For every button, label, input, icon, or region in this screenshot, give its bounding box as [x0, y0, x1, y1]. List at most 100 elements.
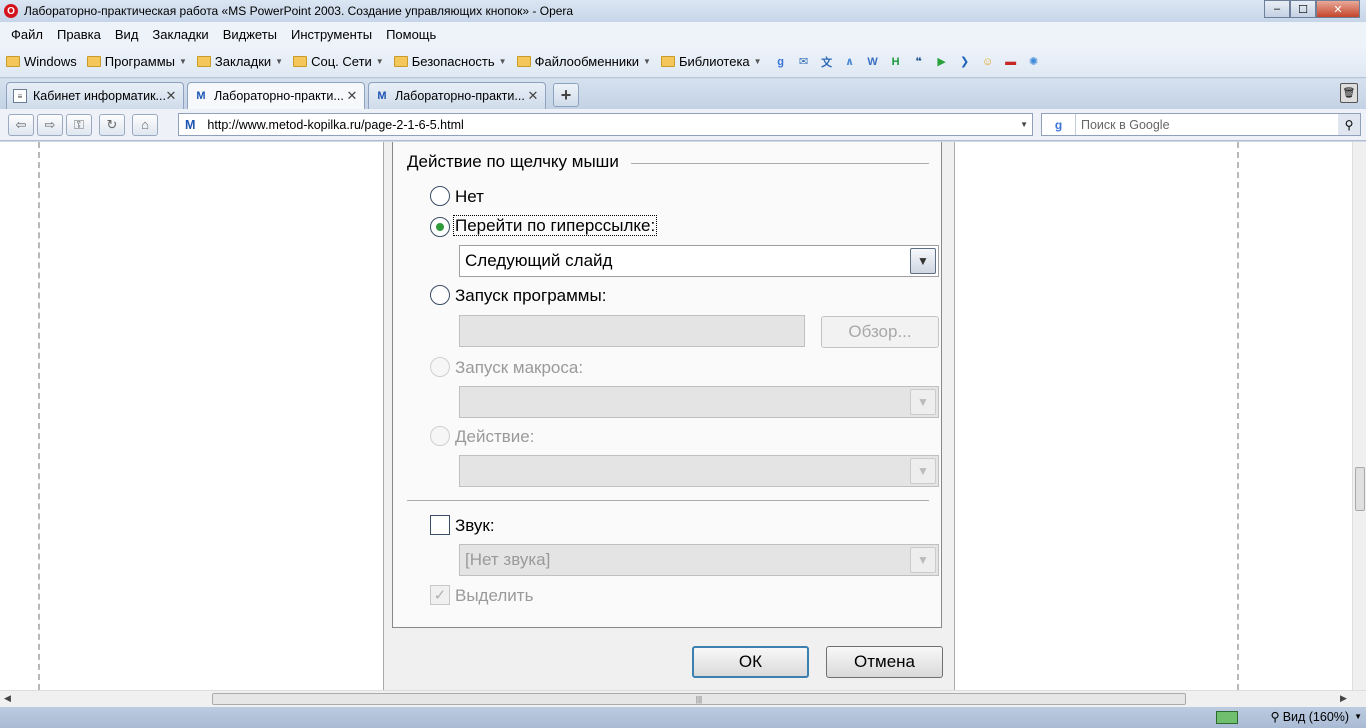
chevron-down-icon[interactable]: ▼ [910, 389, 936, 415]
folder-icon [6, 56, 20, 67]
bookmark-label: Соц. Сети [311, 54, 372, 69]
macro-select[interactable]: ▼ [459, 386, 939, 418]
highlight-label: Выделить [455, 586, 534, 605]
mail-icon[interactable]: ✉ [795, 53, 813, 71]
page-border-left [38, 142, 40, 690]
vertical-scrollbar[interactable] [1352, 142, 1366, 690]
chevron-down-icon: ▼ [178, 57, 187, 66]
minimize-button[interactable]: – [1264, 0, 1290, 18]
gear-flower-icon[interactable]: ✺ [1025, 53, 1043, 71]
browse-button[interactable]: Обзор... [821, 316, 939, 348]
bookmark-folder-filesharing[interactable]: Файлообменники ▼ [516, 54, 651, 69]
bookmark-folder-programs[interactable]: Программы ▼ [86, 54, 187, 69]
radio-action[interactable] [430, 426, 450, 446]
title-bar: O Лабораторно-практическая работа «MS Po… [0, 0, 1366, 22]
sound-select-value: [Нет звука] [465, 550, 551, 569]
arrow-right-icon[interactable]: ❯ [956, 53, 974, 71]
google-icon[interactable]: g [772, 53, 790, 71]
tab-close-icon[interactable]: ✕ [527, 88, 539, 104]
action-select[interactable]: ▼ [459, 455, 939, 487]
translate-icon[interactable]: 文 [818, 53, 836, 71]
maximize-button[interactable]: ☐ [1290, 0, 1316, 18]
tab-informatics[interactable]: ≡ Кабинет информатик... ✕ [6, 82, 184, 109]
radio-run-program-label: Запуск программы: [455, 286, 607, 305]
tab-close-icon[interactable]: ✕ [165, 88, 177, 104]
radio-none[interactable] [430, 186, 450, 206]
program-path-field[interactable] [459, 315, 805, 347]
chevron-down-icon[interactable]: ▼ [910, 248, 936, 274]
wiki-icon[interactable]: ∧ [841, 53, 859, 71]
ok-button[interactable]: ОК [692, 646, 809, 678]
radio-run-macro-label: Запуск макроса: [455, 358, 584, 377]
trash-icon[interactable]: 🗑 [1340, 83, 1358, 103]
reload-button[interactable]: ↻ [99, 113, 125, 136]
tab-bar: ≡ Кабинет информатик... ✕ M Лабораторно-… [0, 79, 1366, 109]
tab-close-icon[interactable]: ✕ [346, 88, 358, 104]
bookmark-folder-social[interactable]: Соц. Сети ▼ [293, 54, 384, 69]
home-button[interactable]: ⌂ [132, 113, 158, 136]
radio-run-macro[interactable] [430, 357, 450, 377]
group-title: Действие по щелчку мыши [407, 152, 619, 171]
word-icon[interactable]: W [864, 53, 882, 71]
forward-button[interactable]: ⇨ [37, 113, 63, 136]
folder-icon [393, 56, 408, 67]
address-bar: ⇦ ⇨ ⚿ ↻ ⌂ M http://www.metod-kopilka.ru/… [0, 109, 1366, 141]
radio-hyperlink-label: Перейти по гиперссылке: [453, 215, 658, 236]
menu-widgets[interactable]: Виджеты [223, 27, 277, 42]
radio-run-program[interactable] [430, 285, 450, 305]
scroll-right-icon[interactable]: ▶ [1340, 693, 1347, 704]
search-field[interactable]: g Поиск в Google ⚲ [1041, 113, 1361, 136]
chevron-down-icon[interactable]: ▼ [910, 458, 936, 484]
sound-checkbox[interactable] [430, 515, 450, 535]
url-field[interactable]: M http://www.metod-kopilka.ru/page-2-1-6… [178, 113, 1033, 136]
status-bar: ⚲ Вид (160%) ▼ [0, 707, 1366, 728]
section-divider [407, 500, 929, 501]
menu-edit[interactable]: Правка [57, 27, 101, 42]
vertical-scroll-thumb[interactable] [1355, 467, 1365, 511]
tab-label: Кабинет информатик... [33, 89, 165, 103]
tab-lab-practical-active[interactable]: M Лабораторно-практи... ✕ [187, 82, 365, 109]
hyperlink-select[interactable]: Следующий слайд ▼ [459, 245, 939, 277]
bookmark-label: Безопасность [411, 54, 495, 69]
highlight-checkbox[interactable]: ✓ [430, 585, 450, 605]
horizontal-scrollbar[interactable]: ◀ ||| ▶ [0, 690, 1366, 707]
tab-label: Лабораторно-практи... [214, 89, 344, 103]
bookmark-icons: g ✉ 文 ∧ W H ❝ ▶ ❯ ☺ ▬ ✺ [772, 53, 1048, 71]
zoom-slider[interactable] [1216, 711, 1238, 724]
smiley-icon[interactable]: ☺ [979, 53, 997, 71]
close-button[interactable]: ✕ [1316, 0, 1360, 18]
key-icon[interactable]: ⚿ [66, 113, 92, 136]
tab-lab-practical[interactable]: M Лабораторно-практи... ✕ [368, 82, 546, 109]
quote-icon[interactable]: ❝ [910, 53, 928, 71]
menu-tools[interactable]: Инструменты [291, 27, 372, 42]
scroll-left-icon[interactable]: ◀ [4, 693, 11, 704]
play-icon[interactable]: ▶ [933, 53, 951, 71]
menu-view[interactable]: Вид [115, 27, 139, 42]
zoom-label: Вид (160%) [1282, 709, 1350, 724]
m-site-icon: M [196, 90, 206, 102]
bookmark-folder-library[interactable]: Библиотека ▼ [660, 54, 762, 69]
bookmark-folder-windows[interactable]: Windows [6, 54, 77, 69]
url-text: http://www.metod-kopilka.ru/page-2-1-6-5… [207, 117, 464, 132]
back-button[interactable]: ⇦ [8, 113, 34, 136]
chevron-down-icon[interactable]: ▼ [1020, 120, 1028, 129]
menu-file[interactable]: Файл [11, 27, 43, 42]
zoom-control[interactable]: ⚲ Вид (160%) ▼ [1271, 709, 1362, 725]
bookmark-folder-bookmarks[interactable]: Закладки ▼ [196, 54, 283, 69]
menu-bookmarks[interactable]: Закладки [152, 27, 208, 42]
folder-icon [660, 56, 675, 67]
action-settings-dialog: Действие по щелчку мыши Нет Перейти по г… [383, 142, 955, 690]
chevron-down-icon[interactable]: ▼ [910, 547, 936, 573]
chevron-down-icon: ▼ [753, 57, 762, 66]
radio-hyperlink[interactable] [430, 217, 450, 237]
new-tab-button[interactable]: + [553, 83, 579, 107]
sound-select[interactable]: [Нет звука] ▼ [459, 544, 939, 576]
h-icon[interactable]: H [887, 53, 905, 71]
flag-icon[interactable]: ▬ [1002, 53, 1020, 71]
cancel-button[interactable]: Отмена [826, 646, 943, 678]
horizontal-scroll-thumb[interactable]: ||| [212, 693, 1186, 705]
menu-help[interactable]: Помощь [386, 27, 436, 42]
search-icon[interactable]: ⚲ [1338, 114, 1360, 135]
bookmark-folder-security[interactable]: Безопасность ▼ [393, 54, 507, 69]
google-icon[interactable]: g [1042, 114, 1076, 135]
